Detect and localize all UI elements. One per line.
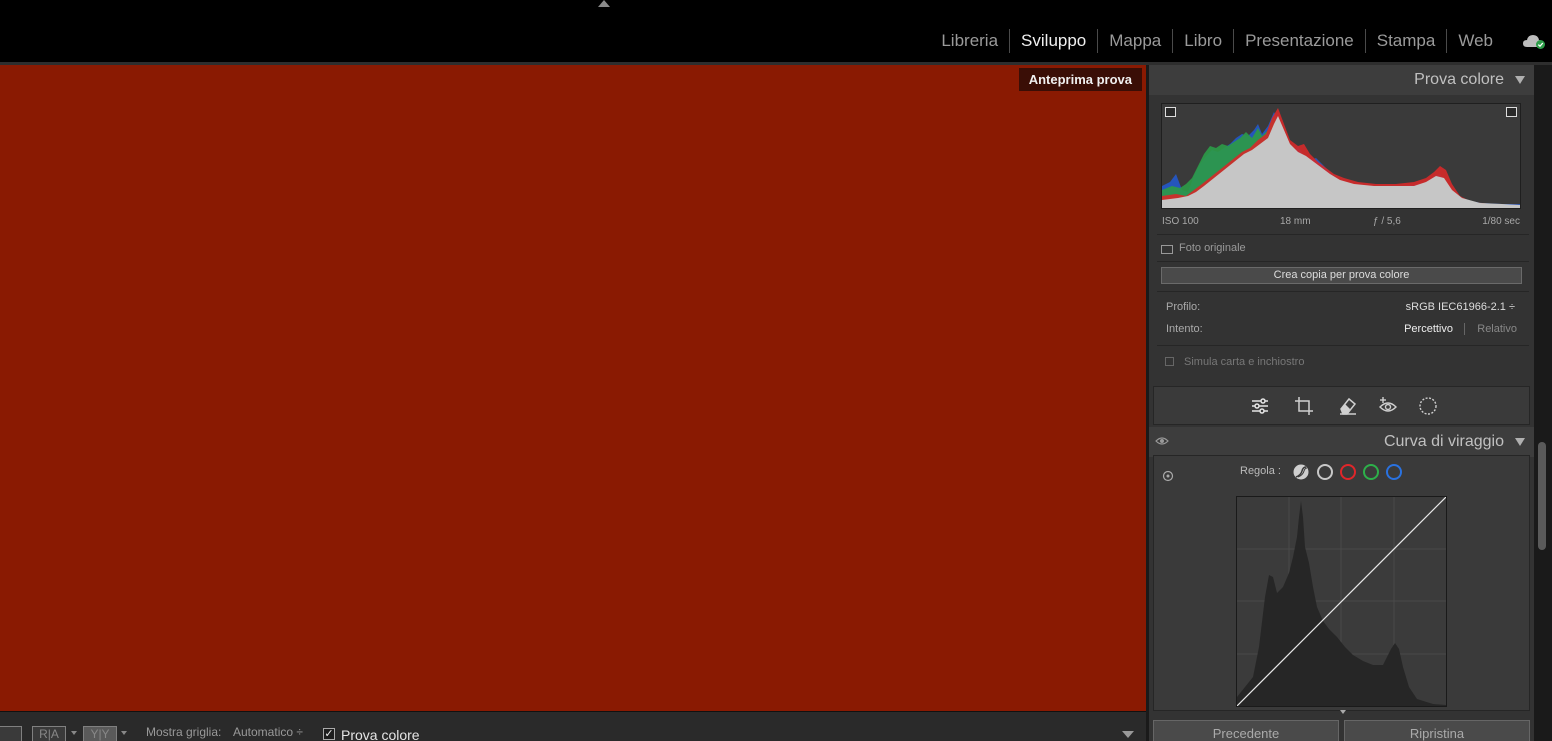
curve-expand-handle-icon[interactable] xyxy=(1340,710,1346,714)
intent-perceptual-option[interactable]: Percettivo xyxy=(1404,323,1453,335)
mask-icon[interactable] xyxy=(1417,395,1439,417)
tone-curve-graph[interactable] xyxy=(1236,496,1447,707)
right-panel: Prova colore ISO 100 18 mm ƒ / 5,6 1/80 … xyxy=(1149,65,1534,741)
original-photo-checkbox[interactable] xyxy=(1161,245,1173,254)
module-libro[interactable]: Libro xyxy=(1172,29,1233,53)
separator xyxy=(1157,234,1529,235)
bottom-toolbar: R|A Y|Y Mostra griglia: Automatico ÷ ✓ P… xyxy=(0,711,1146,741)
shadow-clipping-icon[interactable] xyxy=(1165,107,1176,117)
module-list: Libreria Sviluppo Mappa Libro Presentazi… xyxy=(930,29,1504,53)
toolbar-menu-icon[interactable] xyxy=(1122,731,1134,738)
module-picker-bar: Libreria Sviluppo Mappa Libro Presentazi… xyxy=(0,0,1552,62)
point-curve-red-icon[interactable] xyxy=(1340,464,1356,480)
parametric-curve-icon[interactable] xyxy=(1293,464,1309,480)
soft-proof-checkbox[interactable]: ✓ xyxy=(323,728,335,740)
iso-value: ISO 100 xyxy=(1162,216,1199,227)
create-proof-copy-button[interactable]: Crea copia per prova colore xyxy=(1161,267,1522,284)
loupe-view-button[interactable] xyxy=(0,726,22,741)
focal-length-value: 18 mm xyxy=(1280,216,1311,227)
aperture-value: ƒ / 5,6 xyxy=(1373,216,1401,227)
exif-info: ISO 100 18 mm ƒ / 5,6 1/80 sec xyxy=(1161,216,1521,230)
soft-proof-label: Prova colore xyxy=(341,727,420,741)
soft-proof-header[interactable]: Prova colore xyxy=(1149,65,1534,95)
reset-button[interactable]: Ripristina xyxy=(1344,720,1530,741)
separator xyxy=(1157,291,1529,292)
module-stampa[interactable]: Stampa xyxy=(1364,29,1447,53)
collapse-triangle-icon[interactable] xyxy=(1515,438,1525,446)
destination-gamut-icon[interactable] xyxy=(1506,107,1517,117)
targeted-adjustment-icon[interactable] xyxy=(1162,470,1174,482)
scrollbar-thumb[interactable] xyxy=(1538,442,1546,550)
right-panel-scrollbar[interactable] xyxy=(1534,65,1552,741)
histogram-graph xyxy=(1162,108,1520,208)
before-after-menu-icon[interactable] xyxy=(71,731,77,735)
point-curve-green-icon[interactable] xyxy=(1363,464,1379,480)
previous-button[interactable]: Precedente xyxy=(1153,720,1339,741)
photo-preview[interactable]: Anteprima prova xyxy=(0,65,1146,711)
cloud-sync-icon[interactable] xyxy=(1522,33,1546,49)
simulate-paper-checkbox[interactable] xyxy=(1165,357,1174,366)
soft-proof-title: Prova colore xyxy=(1414,71,1504,88)
red-eye-icon[interactable] xyxy=(1377,395,1399,417)
eraser-icon[interactable] xyxy=(1337,395,1359,417)
separator xyxy=(1157,261,1529,262)
swap-menu-icon[interactable] xyxy=(121,731,127,735)
sliders-icon[interactable] xyxy=(1249,395,1271,417)
point-curve-white-icon[interactable] xyxy=(1317,464,1333,480)
original-photo-label: Foto originale xyxy=(1179,242,1246,254)
separator xyxy=(1157,345,1529,346)
intent-relative-option[interactable]: Relativo xyxy=(1477,323,1517,335)
tool-strip xyxy=(1153,386,1530,425)
histogram[interactable] xyxy=(1161,103,1521,209)
profile-select[interactable]: sRGB IEC61966-2.1 ÷ xyxy=(1406,301,1515,313)
grid-select[interactable]: Automatico ÷ xyxy=(233,725,303,739)
collapse-triangle-icon[interactable] xyxy=(1515,76,1525,84)
proof-preview-badge: Anteprima prova xyxy=(1018,68,1142,91)
module-libreria[interactable]: Libreria xyxy=(930,29,1009,53)
panel-visibility-eye-icon[interactable] xyxy=(1155,435,1169,447)
module-presentazione[interactable]: Presentazione xyxy=(1233,29,1365,53)
tone-curve-box: Regola : xyxy=(1153,455,1530,714)
shutter-value: 1/80 sec xyxy=(1482,216,1520,227)
tone-curve-plot xyxy=(1237,497,1446,706)
before-after-yy-button[interactable]: Y|Y xyxy=(83,726,117,741)
simulate-paper-label: Simula carta e inchiostro xyxy=(1184,356,1305,368)
module-mappa[interactable]: Mappa xyxy=(1097,29,1172,53)
module-sviluppo[interactable]: Sviluppo xyxy=(1009,29,1097,53)
tone-curve-title: Curva di viraggio xyxy=(1383,433,1504,450)
module-web[interactable]: Web xyxy=(1446,29,1504,53)
before-after-lr-button[interactable]: R|A xyxy=(32,726,66,741)
tone-curve-header[interactable]: Curva di viraggio xyxy=(1149,427,1534,457)
point-curve-blue-icon[interactable] xyxy=(1386,464,1402,480)
adjust-label: Regola : xyxy=(1240,465,1281,477)
intent-divider xyxy=(1464,323,1465,335)
collapse-top-panel-icon[interactable] xyxy=(598,0,610,7)
intent-label: Intento: xyxy=(1166,323,1203,335)
profile-label: Profilo: xyxy=(1166,301,1201,313)
crop-icon[interactable] xyxy=(1293,395,1315,417)
grid-label: Mostra griglia: xyxy=(146,725,222,739)
